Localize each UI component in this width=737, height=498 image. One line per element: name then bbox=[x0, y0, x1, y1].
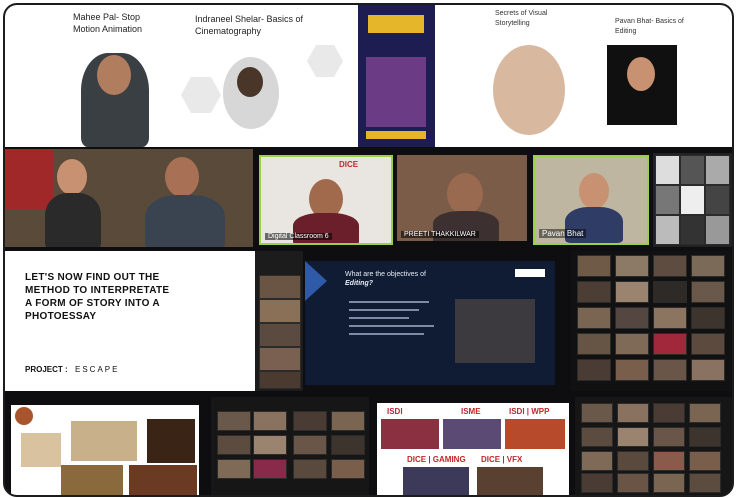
gallery-view-grid bbox=[571, 251, 732, 391]
participant-label-classroom: Digital Classroom 6 bbox=[265, 233, 332, 240]
speaker-card-storytelling: Secrets of Visual Storytelling Pavan Bha… bbox=[435, 5, 732, 147]
participant-face bbox=[165, 157, 199, 197]
slide-bullet bbox=[349, 333, 424, 335]
editing-suite-photo bbox=[455, 299, 535, 363]
speaker-title-mahee: Mahee Pal- Stop Motion Animation bbox=[73, 12, 143, 34]
editing-objectives-slide: What are the objectives of Editing? bbox=[305, 261, 555, 385]
speaker-title-indraneel: Indraneel Shelar- Basics of Cinematograp… bbox=[195, 14, 304, 36]
slide-bullet bbox=[349, 309, 419, 311]
poster-image bbox=[366, 57, 426, 127]
dice-logo: DICE bbox=[339, 160, 359, 169]
project-label: PROJECT : bbox=[25, 365, 68, 374]
photo-grid-bw bbox=[653, 153, 732, 247]
video-tile-pavan: Pavan Bhat bbox=[533, 155, 649, 245]
isme-logo: ISME bbox=[461, 407, 481, 416]
video-tile-preeti: PREETI THAKKILWAR bbox=[397, 155, 527, 241]
participant-face bbox=[447, 173, 483, 215]
participant-face bbox=[57, 159, 87, 195]
food-photo-slide bbox=[11, 405, 199, 495]
hexagon-decoration bbox=[181, 77, 221, 113]
participant-label-pavan: Pavan Bhat bbox=[539, 229, 587, 238]
institutes-poster: ISDI ISME ISDI | WPP DICE | GAMING DICE … bbox=[377, 403, 569, 495]
video-tile-classroom: DICE Digital Classroom 6 bbox=[259, 155, 393, 245]
collage-frame: Mahee Pal- Stop Motion Animation Indrane… bbox=[3, 3, 734, 497]
project-name: ESCAPE bbox=[75, 365, 120, 374]
slide-heading: What are the objectives of bbox=[345, 271, 426, 278]
slide-accent-shape bbox=[305, 261, 327, 301]
photoessay-slide: LET'S NOW FIND OUT THE METHOD TO INTERPR… bbox=[5, 251, 255, 391]
dice-vfx-logo: DICE | VFX bbox=[481, 455, 523, 464]
dice-badge bbox=[515, 269, 545, 277]
participant-strip bbox=[255, 251, 303, 391]
event-poster bbox=[358, 5, 435, 147]
poster-banner bbox=[368, 15, 424, 33]
gallery-view-grid-3 bbox=[575, 397, 732, 495]
speaker-photo-storytelling bbox=[493, 45, 565, 135]
slide-bullet bbox=[349, 301, 429, 303]
participant-label-preeti: PREETI THAKKILWAR bbox=[401, 231, 479, 238]
slide-bullet bbox=[349, 317, 409, 319]
participant-face bbox=[579, 173, 609, 209]
slide-heading-emphasis: Editing? bbox=[345, 280, 373, 287]
speaker-title-storytelling: Secrets of Visual Storytelling bbox=[495, 10, 548, 27]
dice-gaming-logo: DICE | GAMING bbox=[407, 455, 466, 464]
isdi-logo: ISDI bbox=[387, 407, 403, 416]
photoessay-title: LET'S NOW FIND OUT THE METHOD TO INTERPR… bbox=[25, 272, 170, 322]
hexagon-decoration bbox=[307, 45, 343, 77]
speaker-card-mahee: Mahee Pal- Stop Motion Animation bbox=[5, 5, 171, 147]
video-tile-duo bbox=[5, 149, 253, 247]
isdi-wpp-logo: ISDI | WPP bbox=[509, 407, 550, 416]
gallery-view-grid-2 bbox=[211, 397, 369, 495]
speaker-title-pavan: Pavan Bhat- Basics of Editing bbox=[615, 18, 684, 35]
speaker-card-indraneel: Indraneel Shelar- Basics of Cinematograp… bbox=[171, 5, 358, 147]
slide-bullet bbox=[349, 325, 434, 327]
